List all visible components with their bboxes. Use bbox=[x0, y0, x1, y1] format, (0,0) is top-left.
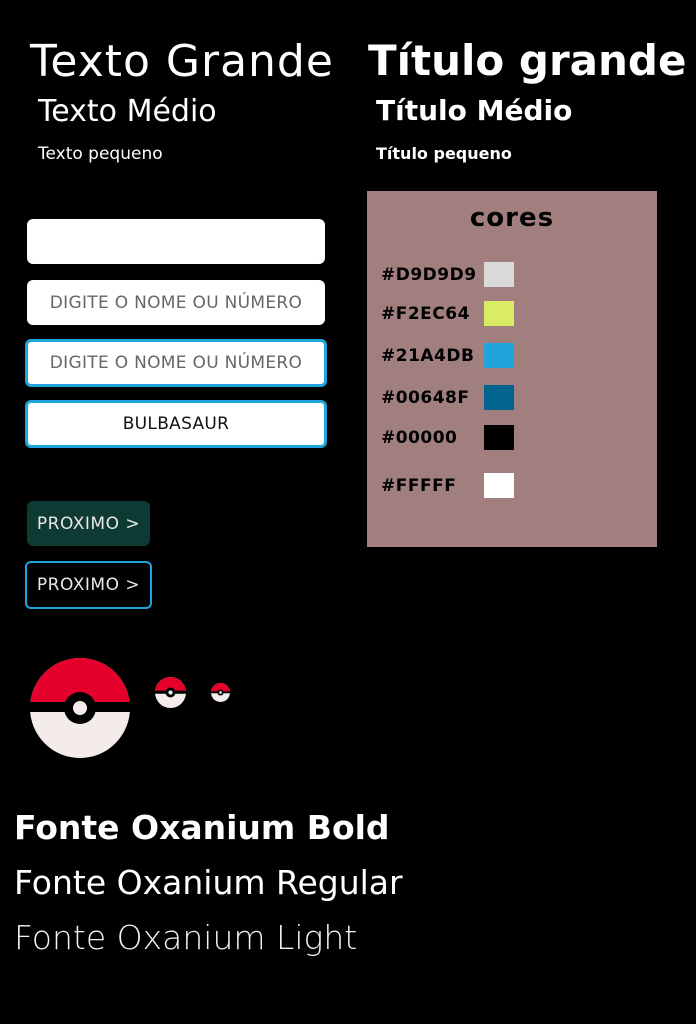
title-small-sample: Título pequeno bbox=[376, 144, 512, 163]
swatch-code: #00648F bbox=[381, 388, 470, 408]
swatch-color bbox=[484, 385, 514, 410]
swatch-row: #00000 bbox=[381, 425, 643, 451]
swatch-code: #FFFFF bbox=[381, 476, 457, 496]
pokeball-icon bbox=[30, 658, 130, 758]
search-input-empty[interactable] bbox=[27, 219, 325, 264]
search-input-filled[interactable]: BULBASAUR bbox=[25, 400, 327, 448]
swatch-row: #00648F bbox=[381, 385, 643, 411]
swatch-code: #F2EC64 bbox=[381, 304, 470, 324]
swatch-row: #FFFFF bbox=[381, 473, 643, 499]
title-medium-sample: Título Médio bbox=[376, 94, 573, 127]
pokeball-icon bbox=[211, 683, 230, 702]
text-small-sample: Texto pequeno bbox=[38, 144, 163, 164]
font-sample-bold: Fonte Oxanium Bold bbox=[14, 808, 390, 847]
swatch-color bbox=[484, 262, 514, 287]
swatch-row: #21A4DB bbox=[381, 343, 643, 369]
pokeball-icon bbox=[155, 677, 186, 708]
font-sample-light: Fonte Oxanium Light bbox=[14, 918, 358, 957]
text-medium-sample: Texto Médio bbox=[38, 94, 217, 129]
swatch-code: #D9D9D9 bbox=[381, 265, 477, 285]
swatch-color bbox=[484, 343, 514, 368]
swatch-code: #21A4DB bbox=[381, 346, 475, 366]
font-sample-regular: Fonte Oxanium Regular bbox=[14, 863, 403, 902]
title-large-sample: Título grande bbox=[368, 36, 687, 85]
color-palette-title: cores bbox=[469, 203, 555, 233]
swatch-row: #D9D9D9 bbox=[381, 262, 643, 288]
swatch-color bbox=[484, 473, 514, 498]
swatch-code: #00000 bbox=[381, 428, 458, 448]
text-large-sample: Texto Grande bbox=[30, 36, 334, 87]
next-button-outline[interactable]: PROXIMO > bbox=[25, 561, 152, 609]
search-input-placeholder[interactable]: DIGITE O NOME OU NÚMERO bbox=[27, 280, 325, 325]
swatch-row: #F2EC64 bbox=[381, 301, 643, 327]
swatch-color bbox=[484, 425, 514, 450]
next-button-filled[interactable]: PROXIMO > bbox=[27, 501, 150, 546]
swatch-color bbox=[484, 301, 514, 326]
search-input-focused[interactable]: DIGITE O NOME OU NÚMERO bbox=[25, 339, 327, 387]
color-palette-panel: cores #D9D9D9 #F2EC64 #21A4DB #00648F #0… bbox=[367, 191, 657, 547]
